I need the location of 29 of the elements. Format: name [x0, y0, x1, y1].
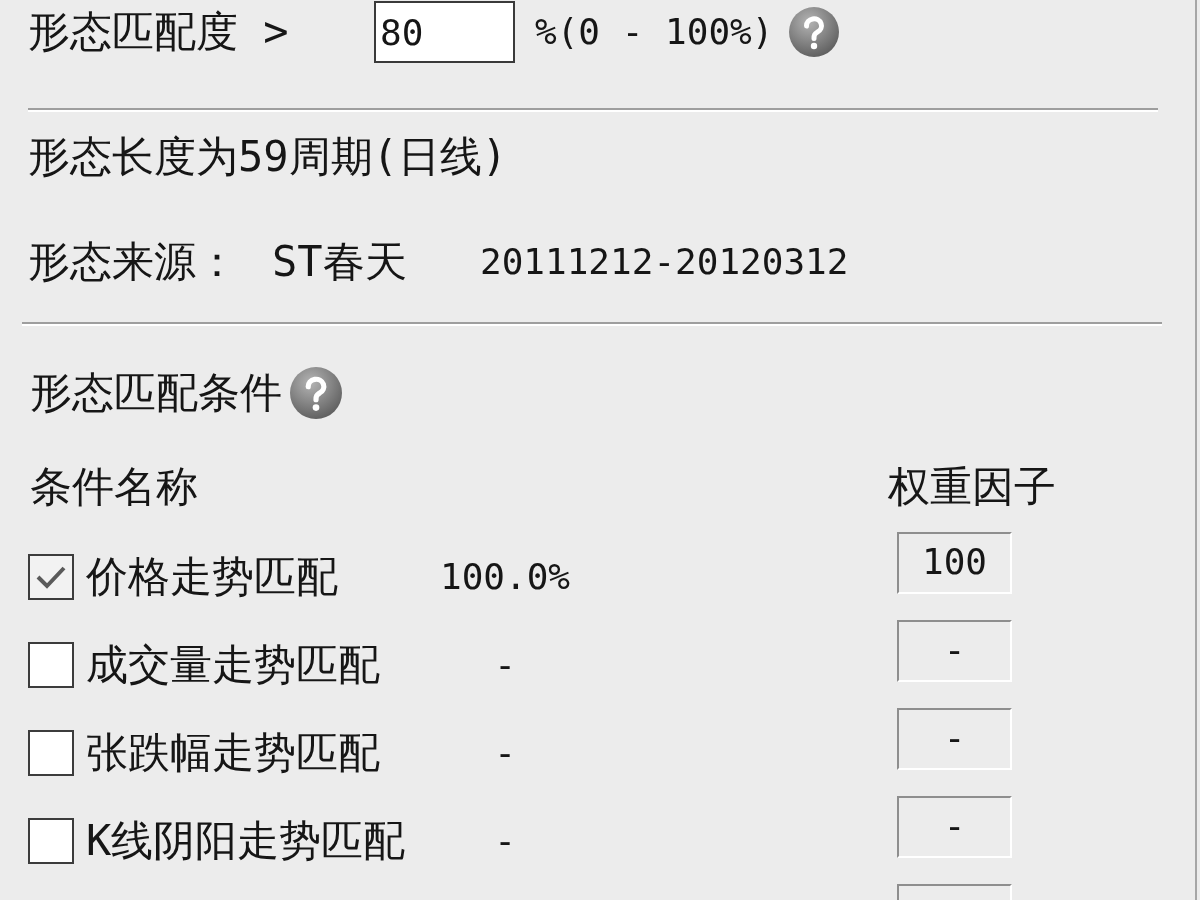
range-text: %(0 - 100%): [535, 10, 774, 54]
match-value: 100.0%: [438, 555, 571, 599]
match-value: -: [493, 731, 517, 775]
help-icon[interactable]: [789, 7, 840, 57]
weight-field[interactable]: -: [897, 620, 1012, 682]
column-header: 条件名称: [30, 462, 199, 512]
weight-field[interactable]: -: [897, 708, 1012, 770]
checkbox[interactable]: [28, 818, 74, 864]
pattern-length-text: 形态长度为59周期(日线): [27, 132, 509, 182]
match-value: -: [493, 819, 517, 863]
date-range: 20111212-20120312: [480, 240, 849, 284]
checkbox[interactable]: [28, 554, 74, 600]
checkbox[interactable]: [28, 730, 74, 776]
help-icon[interactable]: [290, 367, 342, 419]
weight-field[interactable]: 100: [897, 532, 1012, 594]
column-header: 权重因子: [888, 462, 1057, 512]
stock-name: ST春天: [272, 237, 408, 287]
section-title: 形态匹配条件: [30, 368, 282, 418]
source-label: 形态来源：: [28, 237, 239, 287]
condition-label: 张跌幅走势匹配: [86, 728, 380, 778]
checkbox[interactable]: [28, 642, 74, 688]
condition-label: 成交量走势匹配: [86, 640, 380, 690]
similarity-input[interactable]: 80: [374, 1, 515, 63]
condition-label: K线阴阳走势匹配: [86, 816, 406, 866]
match-value: -: [493, 643, 517, 687]
checkmark-icon: [35, 564, 67, 590]
condition-label: 价格走势匹配: [86, 552, 338, 602]
similarity-label: 形态匹配度 >: [28, 7, 290, 57]
weight-field[interactable]: -: [897, 796, 1012, 858]
